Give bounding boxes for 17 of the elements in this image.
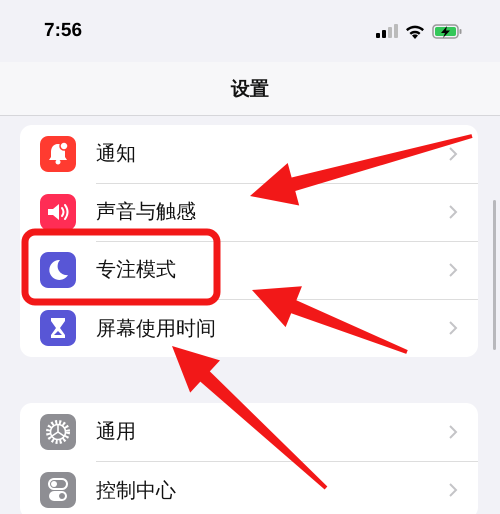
setting-label: 屏幕使用时间 <box>96 314 217 342</box>
chevron-icon <box>448 320 458 336</box>
page-title: 设置 <box>231 76 269 102</box>
chevron-icon <box>448 146 458 162</box>
setting-label: 专注模式 <box>96 256 177 283</box>
chevron-icon <box>448 424 458 440</box>
setting-label: 通用 <box>96 418 137 445</box>
battery-charging-icon <box>432 24 462 38</box>
chevron-icon <box>448 482 458 498</box>
cellular-signal-icon <box>376 24 398 38</box>
setting-label: 声音与触感 <box>96 198 197 225</box>
status-time: 7:56 <box>44 20 82 42</box>
setting-label: 控制中心 <box>96 476 177 504</box>
chevron-icon <box>448 262 458 278</box>
setting-label: 通知 <box>96 140 137 167</box>
wifi-icon <box>405 24 425 38</box>
chevron-icon <box>448 204 458 220</box>
